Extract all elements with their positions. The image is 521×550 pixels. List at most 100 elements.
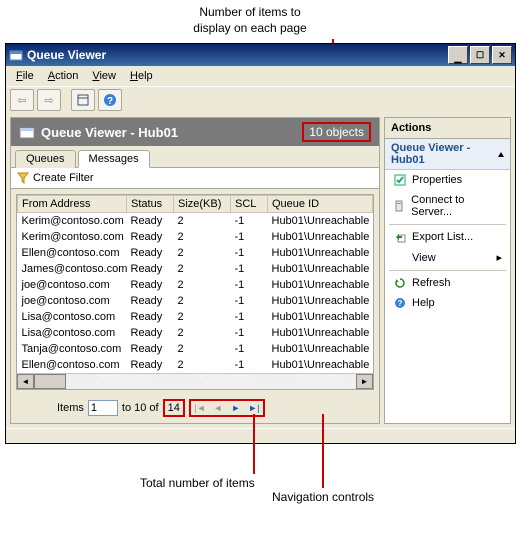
menu-action[interactable]: Action — [42, 68, 85, 84]
page-input[interactable] — [88, 400, 118, 416]
titlebar[interactable]: Queue Viewer ▁ ☐ ✕ — [6, 44, 515, 66]
filter-label: Create Filter — [33, 172, 94, 184]
cell-qid: Hub01\Unreachable — [268, 293, 373, 309]
action-export[interactable]: Export List... — [385, 227, 510, 247]
tab-messages[interactable]: Messages — [78, 150, 150, 168]
close-button[interactable]: ✕ — [492, 46, 512, 64]
object-count: 10 objects — [302, 122, 371, 142]
cell-status: Ready — [127, 341, 174, 357]
scroll-left-button[interactable]: ◄ — [17, 374, 34, 389]
table-row[interactable]: Lisa@contoso.comReady2-1Hub01\Unreachabl… — [18, 325, 373, 341]
app-icon — [9, 48, 23, 62]
col-scl[interactable]: SCL — [231, 196, 268, 213]
menu-file[interactable]: File — [10, 68, 40, 84]
table-row[interactable]: joe@contoso.comReady2-1Hub01\Unreachable — [18, 277, 373, 293]
svg-text:?: ? — [397, 299, 402, 308]
cell-scl: -1 — [231, 341, 268, 357]
items-label: Items — [57, 402, 84, 414]
cell-scl: -1 — [231, 293, 268, 309]
toolbar: ⇦ ⇨ ? — [6, 86, 515, 113]
cell-size: 2 — [174, 277, 231, 293]
back-button[interactable]: ⇦ — [10, 89, 34, 111]
menu-help[interactable]: Help — [124, 68, 159, 84]
cell-scl: -1 — [231, 261, 268, 277]
actions-subtitle[interactable]: Queue Viewer - Hub01 — [385, 139, 510, 170]
table-row[interactable]: Kerim@contoso.comReady2-1Hub01\Unreachab… — [18, 213, 373, 230]
annotation-top: Number of items to display on each page — [150, 0, 350, 39]
cell-qid: Hub01\Unreachable — [268, 277, 373, 293]
cell-scl: -1 — [231, 229, 268, 245]
actions-pane: Actions Queue Viewer - Hub01 Properties … — [384, 117, 511, 424]
cell-scl: -1 — [231, 357, 268, 373]
table-row[interactable]: Ellen@contoso.comReady2-1Hub01\Unreachab… — [18, 245, 373, 261]
action-help[interactable]: ? Help — [385, 293, 510, 313]
cell-scl: -1 — [231, 245, 268, 261]
horizontal-scrollbar[interactable]: ◄ ► — [17, 373, 373, 389]
cell-status: Ready — [127, 309, 174, 325]
cell-size: 2 — [174, 261, 231, 277]
action-refresh[interactable]: Refresh — [385, 273, 510, 293]
cell-status: Ready — [127, 261, 174, 277]
next-page-button[interactable]: ► — [229, 401, 243, 415]
cell-status: Ready — [127, 357, 174, 373]
action-connect[interactable]: Connect to Server... — [385, 190, 510, 222]
cell-status: Ready — [127, 213, 174, 230]
col-qid[interactable]: Queue ID — [268, 196, 373, 213]
cell-status: Ready — [127, 293, 174, 309]
options-button[interactable] — [71, 89, 95, 111]
filter-bar[interactable]: Create Filter — [11, 168, 379, 189]
cell-status: Ready — [127, 229, 174, 245]
action-properties[interactable]: Properties — [385, 170, 510, 190]
cell-qid: Hub01\Unreachable — [268, 341, 373, 357]
cell-status: Ready — [127, 277, 174, 293]
to-of-label: to 10 of — [122, 402, 159, 414]
menu-view[interactable]: View — [86, 68, 122, 84]
maximize-button[interactable]: ☐ — [470, 46, 490, 64]
cell-from: Ellen@contoso.com — [18, 357, 127, 373]
cell-qid: Hub01\Unreachable — [268, 309, 373, 325]
svg-text:?: ? — [107, 96, 113, 107]
forward-button[interactable]: ⇨ — [37, 89, 61, 111]
last-page-button[interactable]: ►| — [247, 401, 261, 415]
col-size[interactable]: Size(KB) — [174, 196, 231, 213]
prev-page-button[interactable]: ◄ — [211, 401, 225, 415]
table-row[interactable]: Kerim@contoso.comReady2-1Hub01\Unreachab… — [18, 229, 373, 245]
filter-icon — [17, 172, 29, 184]
col-status[interactable]: Status — [127, 196, 174, 213]
cell-from: Lisa@contoso.com — [18, 325, 127, 341]
table-row[interactable]: Lisa@contoso.comReady2-1Hub01\Unreachabl… — [18, 309, 373, 325]
app-window: Queue Viewer ▁ ☐ ✕ File Action View Help… — [5, 43, 516, 444]
properties-icon — [393, 174, 406, 186]
actions-title: Actions — [385, 118, 510, 139]
help-button[interactable]: ? — [98, 89, 122, 111]
cell-size: 2 — [174, 245, 231, 261]
scroll-right-button[interactable]: ► — [356, 374, 373, 389]
cell-size: 2 — [174, 341, 231, 357]
cell-scl: -1 — [231, 325, 268, 341]
cell-from: James@contoso.com — [18, 261, 127, 277]
cell-qid: Hub01\Unreachable — [268, 325, 373, 341]
main-pane: Queue Viewer - Hub01 10 objects Queues M… — [10, 117, 380, 424]
cell-from: Kerim@contoso.com — [18, 213, 127, 230]
scroll-thumb[interactable] — [34, 374, 66, 389]
cell-from: joe@contoso.com — [18, 293, 127, 309]
table-row[interactable]: joe@contoso.comReady2-1Hub01\Unreachable — [18, 293, 373, 309]
cell-scl: -1 — [231, 213, 268, 230]
cell-scl: -1 — [231, 309, 268, 325]
col-from[interactable]: From Address — [18, 196, 127, 213]
first-page-button[interactable]: |◄ — [193, 401, 207, 415]
table-row[interactable]: James@contoso.comReady2-1Hub01\Unreachab… — [18, 261, 373, 277]
tab-queues[interactable]: Queues — [15, 150, 76, 168]
action-view[interactable]: View ▸ — [385, 247, 510, 268]
refresh-icon — [393, 277, 406, 289]
minimize-button[interactable]: ▁ — [448, 46, 468, 64]
cell-from: Tanja@contoso.com — [18, 341, 127, 357]
cell-size: 2 — [174, 309, 231, 325]
cell-size: 2 — [174, 357, 231, 373]
cell-from: Ellen@contoso.com — [18, 245, 127, 261]
cell-qid: Hub01\Unreachable — [268, 213, 373, 230]
help-icon: ? — [393, 297, 406, 309]
table-row[interactable]: Tanja@contoso.comReady2-1Hub01\Unreachab… — [18, 341, 373, 357]
table-row[interactable]: Ellen@contoso.comReady2-1Hub01\Unreachab… — [18, 357, 373, 373]
cell-scl: -1 — [231, 277, 268, 293]
